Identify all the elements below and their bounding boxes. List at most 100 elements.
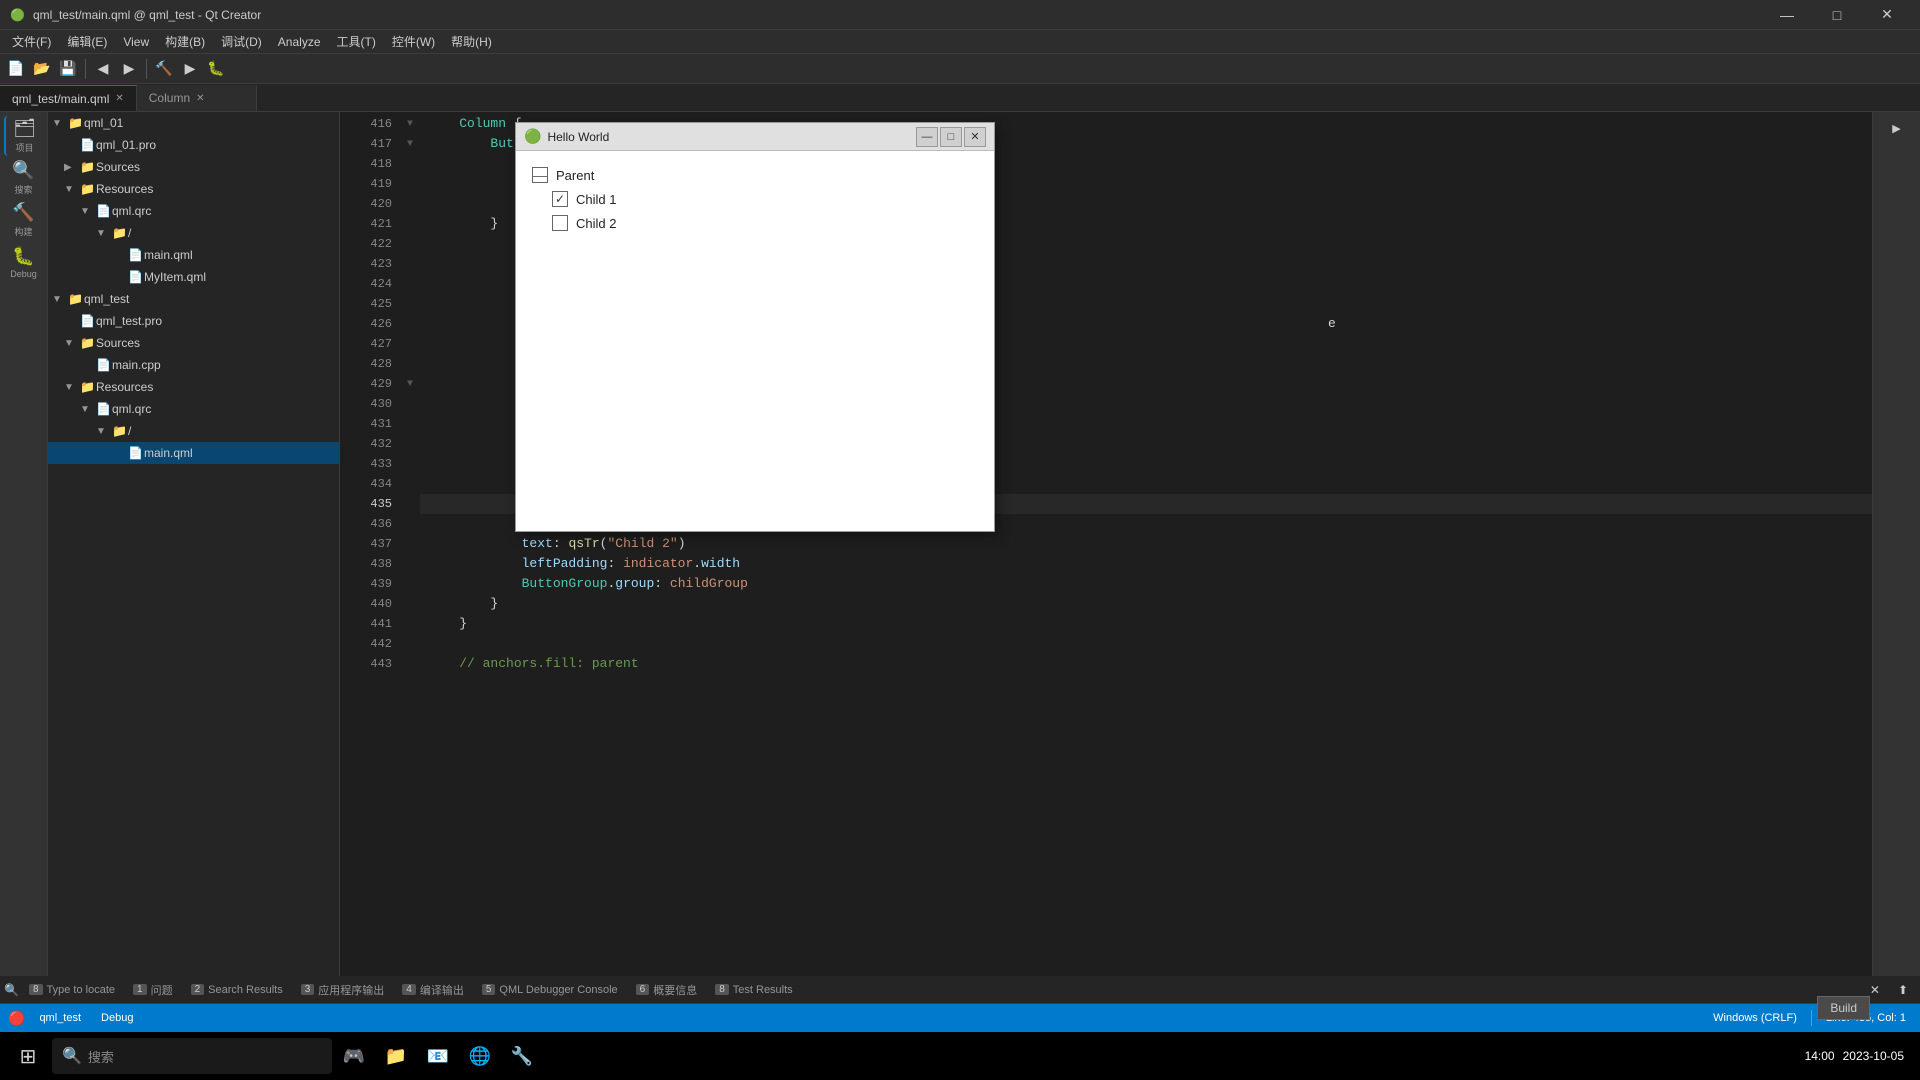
sidebar-icon-build[interactable]: 🔨 构建 [4,200,44,240]
open-file-button[interactable]: 📂 [30,57,54,81]
bottom-tab-qmldebug[interactable]: 5 QML Debugger Console [474,978,626,1002]
new-file-button[interactable]: 📄 [4,57,28,81]
forward-button[interactable]: ▶ [117,57,141,81]
status-windows-crlf[interactable]: Windows (CRLF) [1707,1012,1803,1024]
file-icon-qmlqrc2: 📄 [96,402,112,416]
bottom-tab-overview[interactable]: 6 概要信息 [628,978,706,1002]
taskbar-icon-1[interactable]: 🎮 [336,1038,372,1074]
menu-bar: 文件(F) 编辑(E) View 构建(B) 调试(D) Analyze 工具(… [0,30,1920,54]
menu-help[interactable]: 帮助(H) [443,30,500,54]
tab-qmldebug-label: QML Debugger Console [499,984,617,996]
tab-main-qml[interactable]: qml_test/main.qml ✕ [0,85,137,111]
right-panel-btn1[interactable]: ▶ [1885,116,1909,140]
bottom-tab-compile[interactable]: 4 编译输出 [394,978,472,1002]
dialog-minimize[interactable]: — [916,127,938,147]
run-button[interactable]: ▶ [178,57,202,81]
taskbar-icon-5[interactable]: 🔧 [504,1038,540,1074]
taskbar-date: 2023-10-05 [1843,1049,1904,1063]
build-overlay-button[interactable]: Build [1817,996,1870,1020]
checkbox-child2[interactable]: Child 2 [532,215,978,231]
checkbox-child1-box[interactable]: ✓ [552,191,568,207]
menu-view[interactable]: View [115,30,157,54]
bottom-tabs: 🔍 8 Type to locate 1 问题 2 Search Results… [0,976,1920,1004]
checkbox-child2-box[interactable] [552,215,568,231]
search-taskbar-icon: 🔍 [62,1046,82,1066]
tree-item-qmlqrc1[interactable]: ▼ 📄 qml.qrc [48,200,339,222]
tree-item-maincpp[interactable]: 📄 main.cpp [48,354,339,376]
tree-item-qml01[interactable]: ▼ 📁 qml_01 [48,112,339,134]
menu-tools[interactable]: 工具(T) [329,30,384,54]
tree-item-mainsqml1[interactable]: 📄 main.qml [48,244,339,266]
sidebar-icon-debug[interactable]: 🐛 Debug [4,242,44,282]
start-button[interactable]: ⊞ [8,1036,48,1076]
tree-item-qml01pro[interactable]: 📄 qml_01.pro [48,134,339,156]
line-num-426: 426 [348,314,392,334]
line-num-430: 430 [348,394,392,414]
collapse-416[interactable]: ▼ [400,114,420,134]
tree-item-slash2[interactable]: ▼ 📁 / [48,420,339,442]
back-button[interactable]: ◀ [91,57,115,81]
label-myitem: MyItem.qml [144,270,335,284]
checkbox-parent[interactable]: — Parent [532,167,978,183]
bottom-tab-locate[interactable]: 8 Type to locate [21,978,123,1002]
tree-item-resources2[interactable]: ▼ 📁 Resources [48,376,339,398]
status-project[interactable]: qml_test [33,1012,87,1024]
minimize-button[interactable]: — [1764,0,1810,30]
maximize-button[interactable]: □ [1814,0,1860,30]
status-debug[interactable]: Debug [95,1012,139,1024]
taskbar-icon-3[interactable]: 📧 [420,1038,456,1074]
label-sources1: Sources [96,160,335,174]
bottom-tab-issues[interactable]: 1 问题 [125,978,181,1002]
save-button[interactable]: 💾 [56,57,80,81]
checkbox-parent-box[interactable]: — [532,167,548,183]
close-button[interactable]: ✕ [1864,0,1910,30]
menu-build[interactable]: 构建(B) [157,30,213,54]
collapse-429[interactable]: ▼ [400,374,420,394]
debug-button[interactable]: 🐛 [204,57,228,81]
expand-bottom-panel[interactable]: ⬆ [1890,983,1916,997]
bottom-tab-search[interactable]: 2 Search Results [183,978,291,1002]
taskbar-icon-2[interactable]: 📁 [378,1038,414,1074]
tree-item-sources2[interactable]: ▼ 📁 Sources [48,332,339,354]
dialog-maximize[interactable]: □ [940,127,962,147]
menu-file[interactable]: 文件(F) [4,30,59,54]
checkbox-child1[interactable]: ✓ Child 1 [532,191,978,207]
collapse-434 [400,474,420,494]
checkbox-child1-label: Child 1 [576,192,616,207]
menu-analyze[interactable]: Analyze [270,30,329,54]
tree-item-resources1[interactable]: ▼ 📁 Resources [48,178,339,200]
line-num-432: 432 [348,434,392,454]
file-icon-mainqml1: 📄 [128,248,144,262]
tab-column-close[interactable]: ✕ [196,93,204,104]
dialog-app-icon: 🟢 [524,128,541,145]
tree-item-qmltestpro[interactable]: 📄 qml_test.pro [48,310,339,332]
menu-debug[interactable]: 调试(D) [213,30,270,54]
collapse-417[interactable]: ▼ [400,134,420,154]
menu-edit[interactable]: 编辑(E) [59,30,115,54]
tree-item-qmltest[interactable]: ▼ 📁 qml_test [48,288,339,310]
tree-item-slash1[interactable]: ▼ 📁 / [48,222,339,244]
sidebar-icon-project[interactable]: 🗂 项目 [4,116,44,156]
line-num-433: 433 [348,454,392,474]
taskbar-icon-4[interactable]: 🌐 [462,1038,498,1074]
tree-item-mainqml2[interactable]: 📄 main.qml [48,442,339,464]
search-taskbar[interactable]: 🔍 搜索 [52,1038,332,1074]
tab-tests-label: Test Results [733,984,793,996]
bottom-tab-tests[interactable]: 8 Test Results [707,978,800,1002]
line-num-419: 419 [348,174,392,194]
dialog-close[interactable]: ✕ [964,127,986,147]
tree-item-qmlqrc2[interactable]: ▼ 📄 qml.qrc [48,398,339,420]
label-resources2: Resources [96,380,335,394]
build-button-toolbar[interactable]: 🔨 [152,57,176,81]
arrow-slash2: ▼ [96,426,112,437]
tab-main-qml-close[interactable]: ✕ [115,93,123,104]
menu-controls[interactable]: 控件(W) [384,30,443,54]
close-bottom-panel[interactable]: ✕ [1862,983,1888,997]
tree-item-myitem[interactable]: 📄 MyItem.qml [48,266,339,288]
tree-item-sources1[interactable]: ▶ 📁 Sources [48,156,339,178]
tab-column[interactable]: Column ✕ [137,85,257,111]
bottom-tab-appout[interactable]: 3 应用程序输出 [293,978,393,1002]
locate-icon: 🔍 [4,983,19,997]
collapse-431 [400,414,420,434]
sidebar-icon-search[interactable]: 🔍 搜索 [4,158,44,198]
